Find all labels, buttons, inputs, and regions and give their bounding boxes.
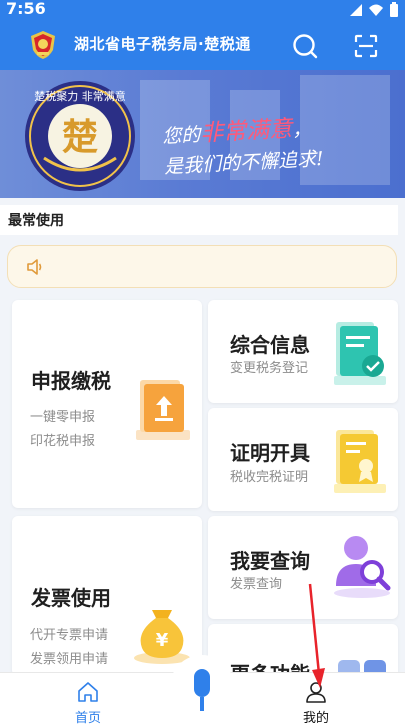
card-declare-tax[interactable]: 申报缴税 一键零申报 印花税申报 [12, 300, 202, 508]
card-declare-sub1[interactable]: 一键零申报 [30, 410, 95, 426]
search-icon[interactable] [291, 32, 319, 60]
user-search-icon [334, 536, 391, 598]
nav-home[interactable]: 首页 [60, 675, 116, 724]
section-title: 最常使用 [8, 213, 64, 229]
card-declare-sub2[interactable]: 印花税申报 [30, 434, 95, 450]
home-icon [78, 682, 98, 702]
banner-slogan-suffix: ， [291, 118, 312, 142]
tax-emblem-icon [31, 31, 55, 59]
card-invoice-usage[interactable]: 发票使用 代开专票申请 发票领用申请 ¥ [12, 516, 202, 676]
svg-text:¥: ¥ [156, 630, 169, 651]
header-title: 湖北省电子税务局·楚税通 [74, 35, 251, 53]
nav-mine[interactable]: 我的 [288, 675, 344, 724]
voice-assistant-button[interactable] [170, 655, 234, 719]
document-check-icon [334, 322, 386, 385]
status-bar: 7:56 [0, 0, 405, 22]
microphone-icon [194, 669, 210, 711]
card-declare-title: 申报缴税 [31, 369, 111, 393]
notice-bar[interactable] [7, 245, 397, 288]
signal-icon [350, 4, 362, 16]
card-invoice-sub1[interactable]: 代开专票申请 [30, 628, 108, 644]
card-query-title: 我要查询 [230, 549, 310, 573]
app-header: 湖北省电子税务局·楚税通 [0, 22, 405, 70]
card-info-sub1[interactable]: 变更税务登记 [230, 361, 308, 377]
card-query[interactable]: 我要查询 发票查询 [208, 516, 398, 619]
banner-slogan-prefix: 您的 [161, 123, 201, 148]
card-invoice-title: 发票使用 [31, 586, 111, 610]
battery-icon [390, 2, 398, 17]
status-icons [349, 2, 399, 18]
wifi-icon [369, 4, 383, 16]
promo-banner[interactable]: 楚 楚税聚力 非常满意 您的非常满意， 是我们的不懈追求! [0, 70, 405, 198]
card-certificate[interactable]: 证明开具 税收完税证明 [208, 408, 398, 511]
card-cert-title: 证明开具 [230, 441, 310, 465]
card-invoice-sub2[interactable]: 发票领用申请 [30, 652, 108, 668]
speaker-icon [27, 259, 42, 275]
card-general-info[interactable]: 综合信息 变更税务登记 [208, 300, 398, 403]
card-info-title: 综合信息 [230, 333, 310, 357]
certificate-icon [334, 430, 386, 493]
banner-badge-logo: 楚 楚税聚力 非常满意 [25, 81, 135, 191]
banner-slogan-highlight: 非常满意 [199, 116, 293, 147]
user-icon [306, 682, 326, 703]
money-bag-icon: ¥ [134, 610, 190, 664]
svg-text:楚: 楚 [62, 117, 98, 158]
upload-folder-icon [136, 380, 190, 440]
status-time: 7:56 [6, 0, 46, 18]
card-cert-sub1[interactable]: 税收完税证明 [230, 470, 308, 486]
nav-mine-label: 我的 [302, 711, 329, 724]
svg-text:楚税聚力 非常满意: 楚税聚力 非常满意 [34, 89, 126, 103]
nav-home-label: 首页 [74, 711, 101, 724]
section-header: 最常使用 [0, 205, 398, 235]
scan-icon[interactable] [352, 32, 380, 60]
card-query-sub1[interactable]: 发票查询 [230, 577, 282, 593]
